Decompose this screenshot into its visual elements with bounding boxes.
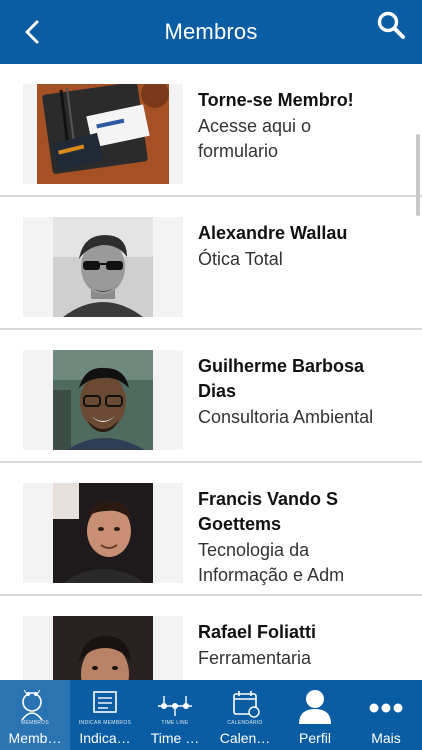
member-thumbnail [23,350,183,450]
business-cards-photo [37,84,169,184]
tab-time-line[interactable]: TIME LINE Time … [140,680,210,750]
member-name: Alexandre Wallau [198,223,348,243]
member-thumbnail [23,483,183,583]
list-item[interactable]: Francis Vando S Goettems Tecnologia da I… [0,463,422,596]
list-item[interactable]: Rafael Foliatti Ferramentaria [0,596,422,680]
member-subtitle: Ferramentaria [198,648,312,668]
list-item[interactable]: Torne-se Membro! Acesse aqui o formulari… [0,64,422,197]
member-subtitle: Tecnologia da Informação e Adm [198,540,345,585]
profile-icon [299,690,331,724]
tab-indicar[interactable]: INDICAR MEMBROS Indica… [70,680,140,750]
member-subtitle: Acesse aqui o formulario [198,116,312,161]
search-icon[interactable] [376,10,406,40]
indicate-icon [93,691,117,713]
calendar-icon [233,691,260,718]
member-subtitle: Consultoria Ambiental [198,407,374,427]
page-title: Membros [164,19,258,44]
member-name: Guilherme Barbosa Dias [198,356,365,401]
member-thumbnail [23,616,183,680]
member-name: Torne-se Membro! [198,90,354,110]
app-header: Membros [0,0,422,64]
members-icon [21,689,43,721]
member-thumbnail [23,84,183,184]
list-item[interactable]: Guilherme Barbosa Dias Consultoria Ambie… [0,330,422,463]
more-icon [369,703,403,713]
tab-mais[interactable]: Mais [350,680,422,750]
member-avatar [53,616,153,680]
timeline-icon [158,696,192,716]
tab-calendario[interactable]: CALENDÁRIO Calen… [210,680,280,750]
list-item[interactable]: Alexandre Wallau Ótica Total [0,197,422,330]
member-name: Francis Vando S Goettems [198,489,339,534]
scrollbar[interactable] [416,134,420,216]
tab-bar: MEMBROS Memb… INDICAR MEMBROS Indica… TI… [0,680,422,750]
member-list[interactable]: Torne-se Membro! Acesse aqui o formulari… [0,64,422,680]
member-avatar [53,483,153,583]
member-avatar [53,217,153,317]
member-thumbnail [23,217,183,317]
member-avatar [53,350,153,450]
member-name: Rafael Foliatti [198,622,317,642]
tab-membros[interactable]: MEMBROS Memb… [0,680,70,750]
member-subtitle: Ótica Total [198,249,283,269]
tab-perfil[interactable]: Perfil [280,680,350,750]
